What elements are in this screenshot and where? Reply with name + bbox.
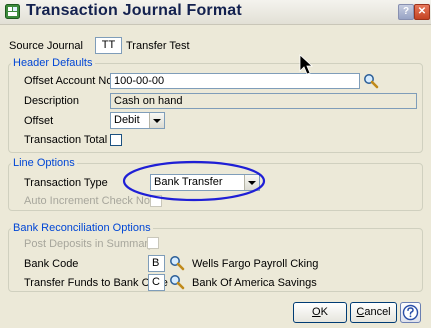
auto-increment-label: Auto Increment Check No. bbox=[24, 195, 154, 207]
offset-label: Offset bbox=[24, 115, 54, 127]
bank-reconciliation-title: Bank Reconciliation Options bbox=[11, 222, 153, 234]
offset-account-label: Offset Account No. bbox=[24, 75, 116, 87]
ok-label-rest: K bbox=[320, 306, 328, 318]
description-label: Description bbox=[24, 95, 80, 107]
post-deposits-label: Post Deposits in Summary bbox=[24, 238, 154, 250]
help-button[interactable] bbox=[400, 302, 421, 323]
ok-button[interactable]: OK bbox=[293, 302, 347, 323]
window-title: Transaction Journal Format bbox=[26, 2, 242, 19]
transfer-funds-field[interactable]: C bbox=[148, 274, 165, 291]
app-icon bbox=[5, 4, 20, 19]
description-field: Cash on hand bbox=[110, 93, 417, 109]
line-options-title: Line Options bbox=[11, 157, 77, 169]
post-deposits-checkbox[interactable] bbox=[147, 237, 159, 249]
lookup-magnifier-icon[interactable] bbox=[169, 274, 185, 290]
help-icon bbox=[402, 304, 419, 321]
transaction-type-label: Transaction Type bbox=[24, 177, 108, 189]
close-icon[interactable]: ✕ bbox=[414, 4, 430, 20]
chevron-down-icon[interactable] bbox=[149, 113, 164, 128]
header-defaults-title: Header Defaults bbox=[11, 57, 95, 69]
cancel-label-rest: ancel bbox=[364, 306, 391, 318]
source-journal-name: Transfer Test bbox=[126, 40, 190, 52]
offset-select-value: Debit bbox=[114, 114, 140, 126]
help-icon[interactable]: ? bbox=[398, 4, 414, 20]
offset-select[interactable]: Debit bbox=[110, 112, 165, 129]
title-bar: Transaction Journal Format ? ✕ bbox=[0, 0, 431, 25]
offset-account-field[interactable]: 100-00-00 bbox=[110, 73, 360, 89]
bank-code-name: Wells Fargo Payroll Cking bbox=[192, 258, 319, 270]
bank-code-label: Bank Code bbox=[24, 258, 79, 270]
ok-mnemonic: O bbox=[312, 306, 321, 318]
source-journal-label: Source Journal bbox=[9, 40, 83, 52]
cancel-button[interactable]: Cancel bbox=[350, 302, 397, 323]
source-journal-code-field[interactable]: TT bbox=[95, 37, 122, 54]
transfer-funds-name: Bank Of America Savings bbox=[192, 277, 317, 289]
transaction-type-value: Bank Transfer bbox=[154, 176, 223, 188]
transaction-total-label: Transaction Total bbox=[24, 134, 108, 146]
lookup-magnifier-icon[interactable] bbox=[363, 73, 379, 89]
transaction-type-select[interactable]: Bank Transfer bbox=[150, 174, 260, 191]
bank-code-field[interactable]: B bbox=[148, 255, 165, 272]
transaction-total-checkbox[interactable] bbox=[110, 134, 122, 146]
auto-increment-checkbox[interactable] bbox=[150, 195, 162, 207]
lookup-magnifier-icon[interactable] bbox=[169, 255, 185, 271]
chevron-down-icon[interactable] bbox=[244, 175, 259, 190]
transfer-funds-label: Transfer Funds to Bank Code bbox=[24, 277, 168, 289]
